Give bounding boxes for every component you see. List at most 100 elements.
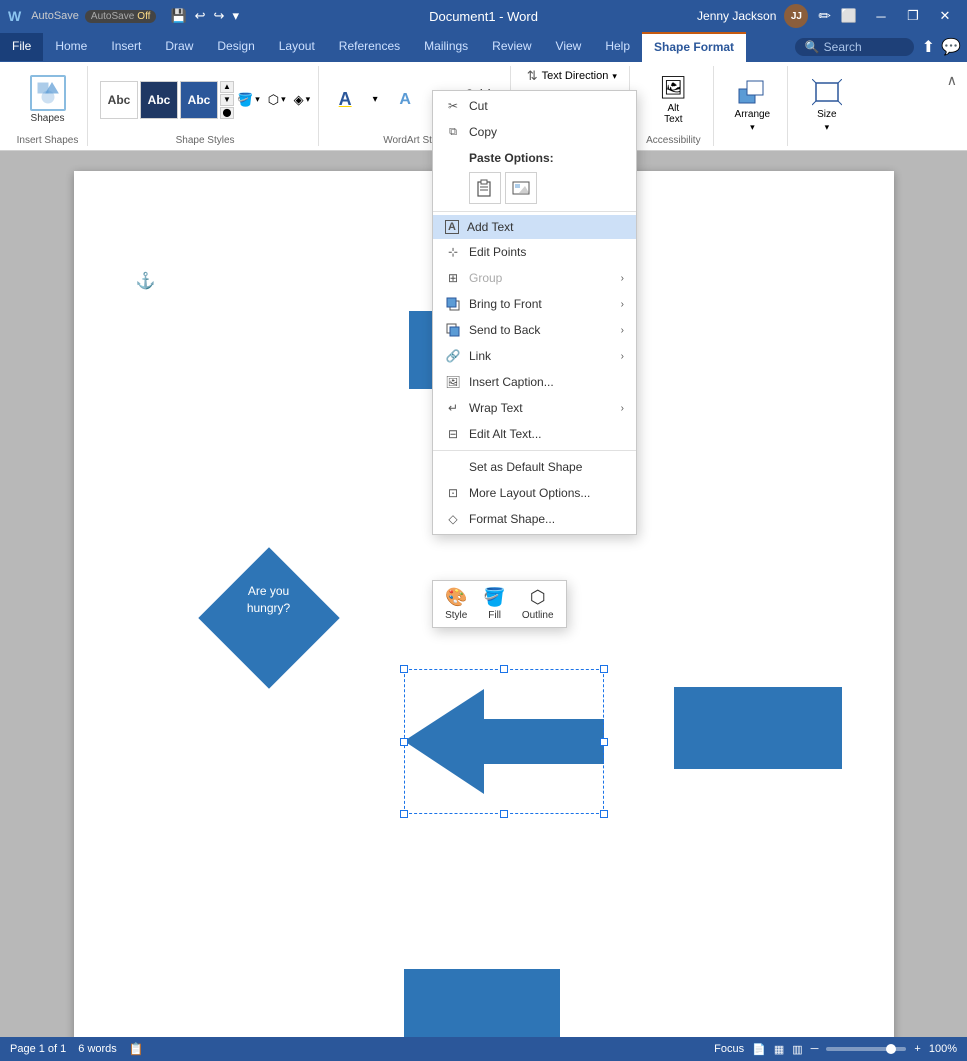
layout-view-2[interactable]: ▦: [774, 1043, 784, 1056]
shape-styles-label: Shape Styles: [176, 135, 235, 146]
ctx-copy[interactable]: ⧉ Copy: [433, 119, 636, 145]
tab-insert[interactable]: Insert: [99, 33, 153, 61]
ctx-wrap-text[interactable]: ↵ Wrap Text ›: [433, 395, 636, 421]
handle-bm[interactable]: [500, 810, 508, 818]
paste-btn-2[interactable]: [505, 172, 537, 204]
tab-home[interactable]: Home: [43, 33, 99, 61]
zoom-in-icon[interactable]: +: [914, 1043, 920, 1055]
tab-mailings[interactable]: Mailings: [412, 33, 480, 61]
undo-button[interactable]: ↩: [193, 6, 208, 26]
ribbon-tabs-container: File Home Insert Draw Design Layout Refe…: [0, 32, 795, 62]
share-icon[interactable]: ⬆: [922, 37, 935, 57]
tab-shape-format[interactable]: Shape Format: [642, 32, 746, 62]
title-bar: W AutoSave AutoSave Off 💾 ↩ ↪ ▾ Document…: [0, 0, 967, 32]
search-input[interactable]: [824, 40, 904, 54]
shape-fill-button[interactable]: 🪣 ▾: [237, 92, 260, 108]
tab-layout[interactable]: Layout: [267, 33, 327, 61]
ctx-cut[interactable]: ✂ Cut: [433, 93, 636, 119]
handle-tl[interactable]: [400, 665, 408, 673]
wordart-font-color-btn[interactable]: A: [331, 86, 359, 114]
shape-style-2[interactable]: Abc: [140, 81, 178, 119]
layout-view-1[interactable]: 📄: [752, 1043, 766, 1056]
shape-diamond-label: Are youhungry?: [184, 583, 354, 617]
size-group: Size ▾: [792, 66, 862, 146]
shape-style-1[interactable]: Abc: [100, 81, 138, 119]
shape-styles-up[interactable]: ▲: [220, 81, 234, 93]
text-direction-button[interactable]: ⇅ Text Direction ▾: [523, 66, 621, 86]
ctx-add-text[interactable]: A Add Text: [433, 215, 636, 239]
minimize-button[interactable]: ─: [867, 6, 895, 26]
insert-shapes-group: Shapes Insert Shapes: [8, 66, 88, 146]
ctx-insert-caption[interactable]: 🖼 Insert Caption...: [433, 369, 636, 395]
handle-mr[interactable]: [600, 738, 608, 746]
handle-br[interactable]: [600, 810, 608, 818]
shapes-icon: [36, 81, 60, 105]
shape-arrow-selected[interactable]: [404, 669, 604, 814]
shape-rect-right[interactable]: [674, 687, 842, 769]
cut-icon: ✂: [445, 98, 461, 114]
customize-button[interactable]: ▾: [230, 6, 241, 26]
handle-tm[interactable]: [500, 665, 508, 673]
tab-draw[interactable]: Draw: [153, 33, 205, 61]
zoom-level[interactable]: 100%: [929, 1043, 957, 1055]
word-icon: W: [8, 8, 21, 24]
arrange-button[interactable]: Arrange ▾: [735, 79, 771, 133]
size-button[interactable]: Size ▾: [812, 79, 842, 133]
ribbon-display-button[interactable]: ⬜: [835, 6, 863, 26]
save-button[interactable]: 💾: [168, 6, 188, 26]
zoom-slider[interactable]: [826, 1047, 906, 1051]
paste-btn-1[interactable]: [469, 172, 501, 204]
handle-ml[interactable]: [400, 738, 408, 746]
mini-outline-button[interactable]: ⬡ Outline: [518, 585, 558, 623]
user-avatar[interactable]: JJ: [784, 4, 808, 28]
layout-view-3[interactable]: ▥: [792, 1043, 802, 1056]
handle-bl[interactable]: [400, 810, 408, 818]
tab-design[interactable]: Design: [205, 33, 266, 61]
comments-icon[interactable]: 💬: [941, 37, 961, 57]
wordart-font-color-picker[interactable]: ▾: [361, 86, 389, 114]
size-icon: [812, 79, 842, 107]
focus-button[interactable]: Focus: [714, 1043, 744, 1055]
shape-styles-down[interactable]: ▼: [220, 94, 234, 106]
close-button[interactable]: ✕: [931, 6, 959, 26]
ribbon-tabs-row: File Home Insert Draw Design Layout Refe…: [0, 32, 967, 62]
title-bar-left: W AutoSave AutoSave Off 💾 ↩ ↪ ▾: [8, 6, 247, 26]
shape-styles-more[interactable]: ⬤: [220, 107, 234, 119]
more-layout-icon: ⊡: [445, 485, 461, 501]
pen-icon[interactable]: ✏: [818, 7, 831, 25]
ctx-more-layout[interactable]: ⊡ More Layout Options...: [433, 480, 636, 506]
ctx-group[interactable]: ⊞ Group ›: [433, 265, 636, 291]
tab-file[interactable]: File: [0, 33, 43, 61]
ctx-edit-alt-text[interactable]: ⊟ Edit Alt Text...: [433, 421, 636, 447]
redo-button[interactable]: ↪: [212, 6, 227, 26]
wordart-text-fill-btn[interactable]: A: [391, 86, 419, 114]
ctx-edit-points[interactable]: ⊹ Edit Points: [433, 239, 636, 265]
shapes-button[interactable]: Shapes: [30, 75, 66, 124]
zoom-out-icon[interactable]: ─: [811, 1043, 819, 1055]
shape-diamond-container[interactable]: Are youhungry?: [184, 563, 354, 673]
ctx-format-shape[interactable]: ◇ Format Shape...: [433, 506, 636, 532]
mini-toolbar: 🎨 Style 🪣 Fill ⬡ Outline: [432, 580, 567, 628]
proofing-icon[interactable]: 📋: [129, 1042, 144, 1056]
ribbon-collapse-button[interactable]: ∧: [945, 70, 959, 91]
alt-text-button[interactable]: 🖼 AltText: [659, 75, 687, 125]
handle-tr[interactable]: [600, 665, 608, 673]
anchor-icon: ⚓: [136, 271, 156, 291]
paste-image-icon: [512, 179, 530, 197]
ctx-send-to-back[interactable]: Send to Back ›: [433, 317, 636, 343]
mini-fill-button[interactable]: 🪣 Fill: [479, 585, 509, 623]
mini-style-button[interactable]: 🎨 Style: [441, 585, 471, 623]
shape-outline-button[interactable]: ⬡ ▾: [268, 92, 286, 108]
restore-button[interactable]: ❐: [899, 6, 927, 26]
autosave-toggle[interactable]: AutoSave Off: [85, 10, 157, 23]
ctx-set-default[interactable]: Set as Default Shape: [433, 454, 636, 480]
tab-help[interactable]: Help: [593, 33, 642, 61]
tab-view[interactable]: View: [544, 33, 594, 61]
ctx-bring-to-front[interactable]: Bring to Front ›: [433, 291, 636, 317]
tab-review[interactable]: Review: [480, 33, 543, 61]
tab-references[interactable]: References: [327, 33, 412, 61]
shape-effects-button[interactable]: ◈ ▾: [294, 92, 311, 108]
group-arrow-icon: ›: [621, 273, 624, 284]
shape-style-3[interactable]: Abc: [180, 81, 218, 119]
ctx-link[interactable]: 🔗 Link ›: [433, 343, 636, 369]
